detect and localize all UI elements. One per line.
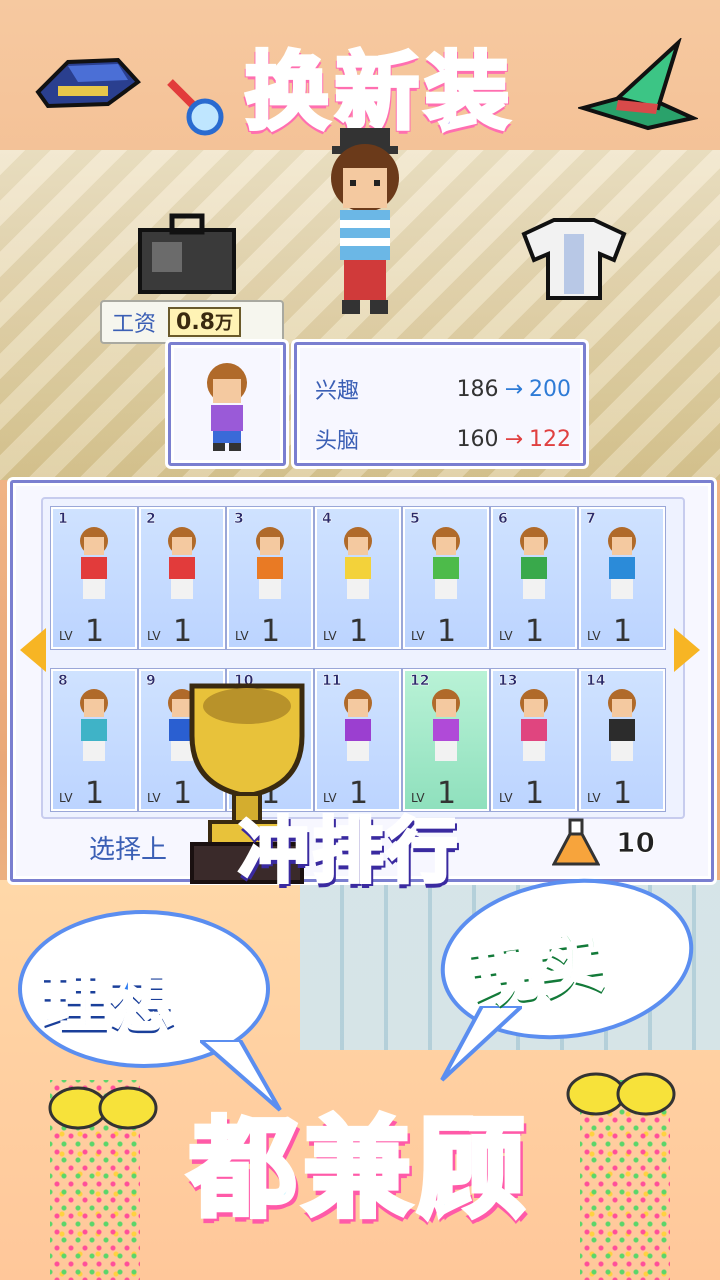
outfit-card[interactable]: 6 LV 1 <box>490 506 578 650</box>
lv-label: LV <box>235 629 249 643</box>
right-arrow-icon[interactable] <box>674 628 700 672</box>
lv-label: LV <box>59 629 73 643</box>
lv-value: 1 <box>173 614 193 649</box>
lv-value: 1 <box>613 776 633 811</box>
outfit-card[interactable]: 4 LV 1 <box>314 506 402 650</box>
rank-banner: 冲排行 <box>237 808 461 894</box>
outfit-sprite <box>168 527 196 599</box>
flask-count: 10 <box>616 826 656 860</box>
stat-arrow: → <box>504 376 523 402</box>
blue-cap-icon <box>35 57 141 109</box>
outfit-card[interactable]: 3 LV 1 <box>226 506 314 650</box>
lv-value: 1 <box>525 614 545 649</box>
outfit-sprite <box>432 689 460 761</box>
green-wizard-hat-icon <box>578 38 698 131</box>
outfit-sprite <box>80 689 108 761</box>
stat-name: 兴趣 <box>315 379 360 404</box>
character-sprite <box>331 128 399 314</box>
outfit-grid: 1LV12LV13LV14LV15LV16LV17LV18LV19LV110LV… <box>41 497 685 819</box>
outfit-sprite <box>520 689 548 761</box>
salary-unit: 万 <box>215 313 233 334</box>
lv-value: 1 <box>613 614 633 649</box>
lv-value: 1 <box>261 614 281 649</box>
stat-new: 200 <box>529 376 571 402</box>
outfit-sprite <box>344 689 372 761</box>
left-arrow-icon[interactable] <box>20 628 46 672</box>
bow-icon-right <box>566 1072 676 1116</box>
outfit-sprite <box>608 527 636 599</box>
lv-label: LV <box>59 791 73 805</box>
lv-label: LV <box>499 629 513 643</box>
outfit-sprite <box>256 527 284 599</box>
salary-amount: 0.8 <box>176 310 215 335</box>
lv-value: 1 <box>437 614 457 649</box>
lv-label: LV <box>323 629 337 643</box>
outfit-card[interactable]: 5 LV 1 <box>402 506 490 650</box>
lv-label: LV <box>147 791 161 805</box>
outfit-card[interactable]: 1 LV 1 <box>50 506 138 650</box>
flask-icon <box>552 818 600 866</box>
outfit-sprite <box>608 689 636 761</box>
lv-value: 1 <box>85 614 105 649</box>
lv-label: LV <box>147 629 161 643</box>
portrait-panel <box>168 342 286 466</box>
salary-value: 0.8万 <box>168 307 241 337</box>
bubble-left-text: 理想 <box>41 962 178 1042</box>
salary-box: 工资 0.8万 <box>100 300 284 344</box>
lv-label: LV <box>587 791 601 805</box>
stat-old: 186 <box>456 376 499 402</box>
stat-arrow: → <box>504 426 523 452</box>
outfit-sprite <box>344 527 372 599</box>
outfit-card[interactable]: 14 LV 1 <box>578 668 666 812</box>
outfit-sprite <box>432 527 460 599</box>
bow-icon-left <box>48 1086 158 1130</box>
white-shirt-icon <box>521 218 627 300</box>
bottom-slogan: 都兼顾 <box>186 1105 531 1235</box>
stat-row-brain: 头脑 160 → 122 <box>315 419 571 459</box>
outfit-sprite <box>80 527 108 599</box>
select-text[interactable]: 选择上 <box>89 829 167 866</box>
stat-new: 122 <box>529 426 571 452</box>
salary-label: 工资 <box>112 312 157 337</box>
stat-row-interest: 兴趣 186 → 200 <box>315 369 571 409</box>
page-title: 换新装 <box>243 41 515 143</box>
employee-portrait <box>207 363 247 451</box>
lv-label: LV <box>587 629 601 643</box>
lv-value: 1 <box>349 614 369 649</box>
stat-values: 160 → 122 <box>457 427 571 452</box>
lv-value: 1 <box>85 776 105 811</box>
bubble-right-text: 现实 <box>465 920 613 1018</box>
outfit-card[interactable]: 8 LV 1 <box>50 668 138 812</box>
stats-panel: 兴趣 186 → 200 头脑 160 → 122 <box>294 342 586 466</box>
dark-bag-icon <box>138 213 236 294</box>
stat-old: 160 <box>456 426 499 452</box>
lv-label: LV <box>411 629 425 643</box>
outfit-sprite <box>520 527 548 599</box>
outfit-card[interactable]: 2 LV 1 <box>138 506 226 650</box>
stat-name: 头脑 <box>315 429 360 454</box>
outfit-card[interactable]: 7 LV 1 <box>578 506 666 650</box>
stat-values: 186 → 200 <box>457 377 571 402</box>
lv-value: 1 <box>525 776 545 811</box>
